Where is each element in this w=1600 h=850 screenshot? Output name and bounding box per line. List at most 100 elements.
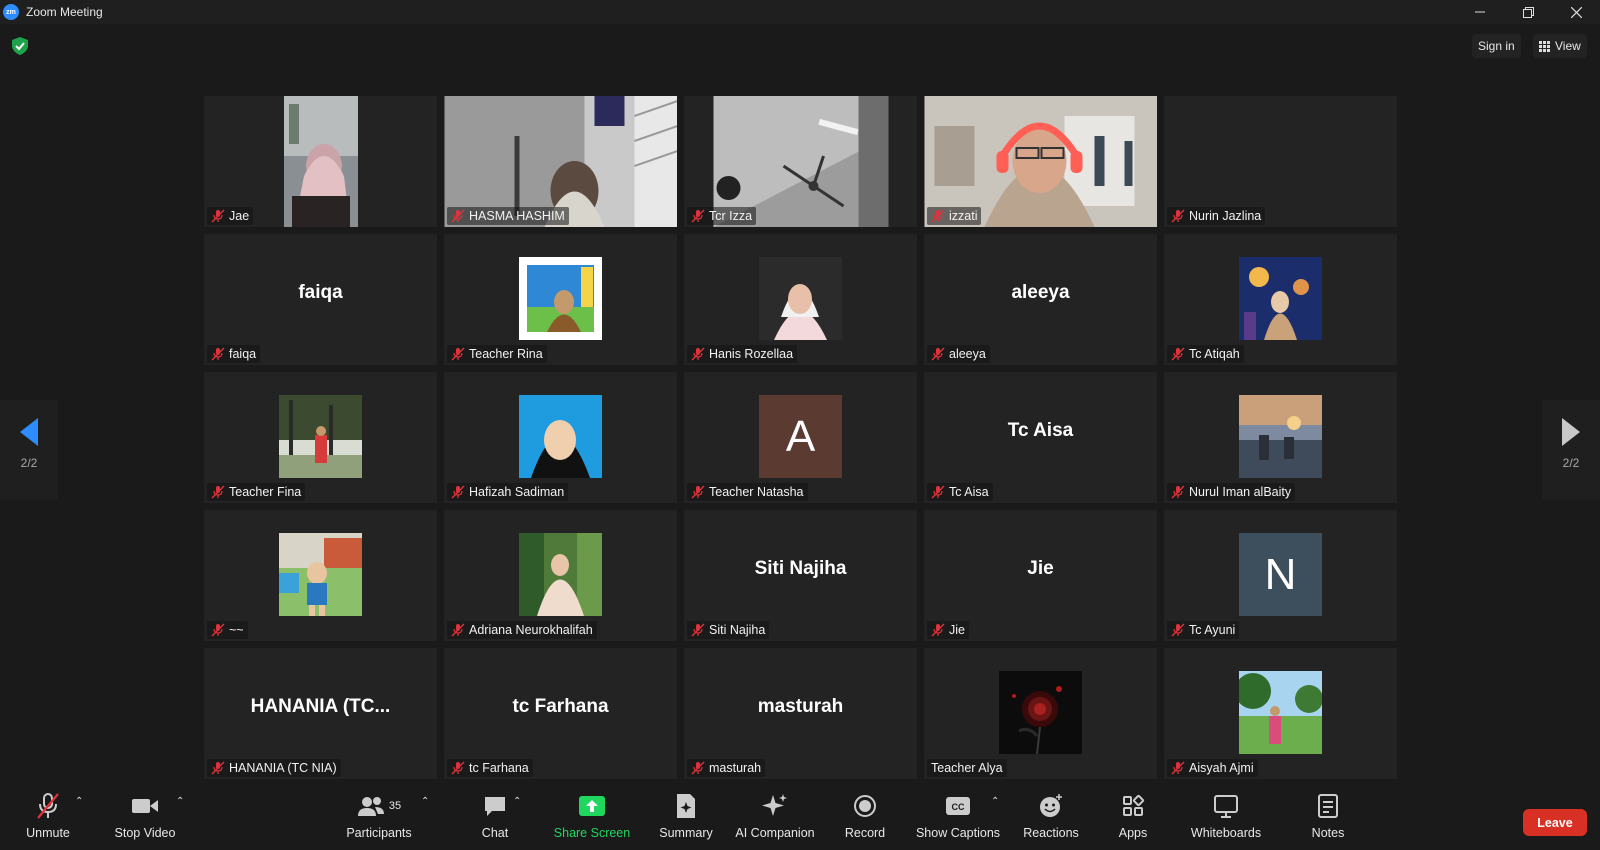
participant-tile[interactable]: Nurin Jazlina <box>1164 96 1397 227</box>
participant-tile[interactable]: izzati <box>924 96 1157 227</box>
mic-muted-icon <box>451 347 465 361</box>
minimize-icon[interactable] <box>1456 0 1504 24</box>
participant-tile[interactable]: Hanis Rozellaa <box>684 234 917 365</box>
participants-options-chevron-icon[interactable]: ⌃ <box>421 796 429 807</box>
mic-muted-icon <box>1171 623 1185 637</box>
restore-icon[interactable] <box>1504 0 1552 24</box>
participant-name: HASMA HASHIM <box>469 209 565 223</box>
participant-nameplate: Hafizah Sadiman <box>447 483 569 501</box>
page-indicator-left: 2/2 <box>20 456 38 470</box>
participant-initial: A <box>759 395 842 478</box>
participant-tile[interactable]: N Tc Ayuni <box>1164 510 1397 641</box>
participant-tile[interactable]: Jae <box>204 96 437 227</box>
participant-tile[interactable]: faiqa faiqa <box>204 234 437 365</box>
participant-tile[interactable]: Adriana Neurokhalifah <box>444 510 677 641</box>
participant-nameplate: Teacher Rina <box>447 345 547 363</box>
mic-muted-icon <box>931 485 945 499</box>
record-icon <box>850 792 880 820</box>
participant-name: Tc Aisa <box>949 485 989 499</box>
participant-tile[interactable]: ~~ <box>204 510 437 641</box>
mic-muted-icon <box>691 485 705 499</box>
participant-tile[interactable]: Teacher Fina <box>204 372 437 503</box>
mic-muted-icon <box>1171 485 1185 499</box>
participant-name: Teacher Rina <box>469 347 543 361</box>
participant-display-name: aleeya <box>1011 282 1070 303</box>
stop-video-button[interactable]: Stop Video <box>112 792 178 848</box>
participant-tile[interactable]: tc Farhana tc Farhana <box>444 648 677 779</box>
mic-muted-icon <box>211 761 225 775</box>
participant-display-name: HANANIA (TC... <box>250 696 391 717</box>
participant-name: Tc Atiqah <box>1189 347 1240 361</box>
mic-muted-icon <box>691 347 705 361</box>
reactions-button[interactable]: Reactions <box>1020 792 1082 848</box>
participants-icon: 35 <box>349 792 409 820</box>
participant-tile[interactable]: Jie Jie <box>924 510 1157 641</box>
prev-page-button[interactable]: 2/2 <box>0 400 58 500</box>
participant-tile[interactable]: Nurul Iman alBaity <box>1164 372 1397 503</box>
apps-button[interactable]: Apps <box>1110 792 1156 848</box>
mic-muted-icon <box>211 209 225 223</box>
participants-button[interactable]: 35 Participants <box>343 792 415 848</box>
participant-tile[interactable]: HANANIA (TC... HANANIA (TC NIA) <box>204 648 437 779</box>
next-page-button[interactable]: 2/2 <box>1542 400 1600 500</box>
mic-muted-icon <box>931 209 945 223</box>
window-titlebar: zm Zoom Meeting <box>0 0 1600 24</box>
mic-muted-icon <box>691 623 705 637</box>
arrow-right-icon <box>1562 418 1580 446</box>
participant-nameplate: Aisyah Ajmi <box>1167 759 1258 777</box>
mic-muted-icon <box>1171 209 1185 223</box>
participant-tile[interactable]: Tcr Izza <box>684 96 917 227</box>
participant-nameplate: HANANIA (TC NIA) <box>207 759 341 777</box>
meeting-toolbar: Unmute ⌃ Stop Video ⌃ 35 Participants ⌃ … <box>0 790 1600 850</box>
record-button[interactable]: Record <box>840 792 890 848</box>
mic-muted-icon <box>931 347 945 361</box>
participant-tile[interactable]: aleeya aleeya <box>924 234 1157 365</box>
participant-name: Hanis Rozellaa <box>709 347 794 361</box>
shield-check-icon[interactable] <box>12 37 28 55</box>
captions-options-chevron-icon[interactable]: ⌃ <box>991 796 999 807</box>
summary-button[interactable]: Summary <box>656 792 716 848</box>
sign-in-button[interactable]: Sign in <box>1472 34 1521 58</box>
participant-tile[interactable]: Hafizah Sadiman <box>444 372 677 503</box>
page-indicator-right: 2/2 <box>1562 456 1580 470</box>
show-captions-button[interactable]: CC Show Captions <box>914 792 1002 848</box>
participant-nameplate: Hanis Rozellaa <box>687 345 798 363</box>
participant-nameplate: aleeya <box>927 345 990 363</box>
participant-tile[interactable]: Tc Aisa Tc Aisa <box>924 372 1157 503</box>
summary-doc-icon <box>671 792 701 820</box>
participant-name: masturah <box>709 761 762 775</box>
whiteboards-button[interactable]: Whiteboards <box>1182 792 1270 848</box>
share-screen-button[interactable]: Share Screen <box>552 792 632 848</box>
unmute-label: Unmute <box>26 826 70 840</box>
participant-tile[interactable]: Teacher Rina <box>444 234 677 365</box>
participant-name: Aisyah Ajmi <box>1189 761 1254 775</box>
apps-icon <box>1118 792 1148 820</box>
mic-muted-icon <box>211 623 225 637</box>
reactions-label: Reactions <box>1023 826 1079 840</box>
leave-button[interactable]: Leave <box>1523 809 1587 836</box>
video-options-chevron-icon[interactable]: ⌃ <box>176 796 184 807</box>
participant-nameplate: Tc Atiqah <box>1167 345 1244 363</box>
chat-options-chevron-icon[interactable]: ⌃ <box>513 796 521 807</box>
participant-tile[interactable]: A Teacher Natasha <box>684 372 917 503</box>
sparkle-icon <box>760 792 790 820</box>
captions-cc-text: CC <box>952 802 965 812</box>
participant-tile[interactable]: Tc Atiqah <box>1164 234 1397 365</box>
close-icon[interactable] <box>1552 0 1600 24</box>
notes-button[interactable]: Notes <box>1304 792 1352 848</box>
participant-video <box>283 96 358 227</box>
ai-companion-button[interactable]: AI Companion <box>730 792 820 848</box>
participant-tile[interactable]: Teacher Alya <box>924 648 1157 779</box>
summary-label: Summary <box>659 826 713 840</box>
participant-nameplate: Tcr Izza <box>687 207 757 225</box>
participant-tile[interactable]: Siti Najiha Siti Najiha <box>684 510 917 641</box>
participant-tile[interactable]: Aisyah Ajmi <box>1164 648 1397 779</box>
unmute-button[interactable]: Unmute <box>22 792 74 848</box>
participant-tile[interactable]: HASMA HASHIM <box>444 96 677 227</box>
participant-tile[interactable]: masturah masturah <box>684 648 917 779</box>
view-button[interactable]: View <box>1533 34 1587 58</box>
mic-muted-icon <box>931 623 945 637</box>
participant-display-name: Siti Najiha <box>754 558 847 579</box>
audio-options-chevron-icon[interactable]: ⌃ <box>75 796 83 807</box>
mic-muted-icon <box>691 209 705 223</box>
